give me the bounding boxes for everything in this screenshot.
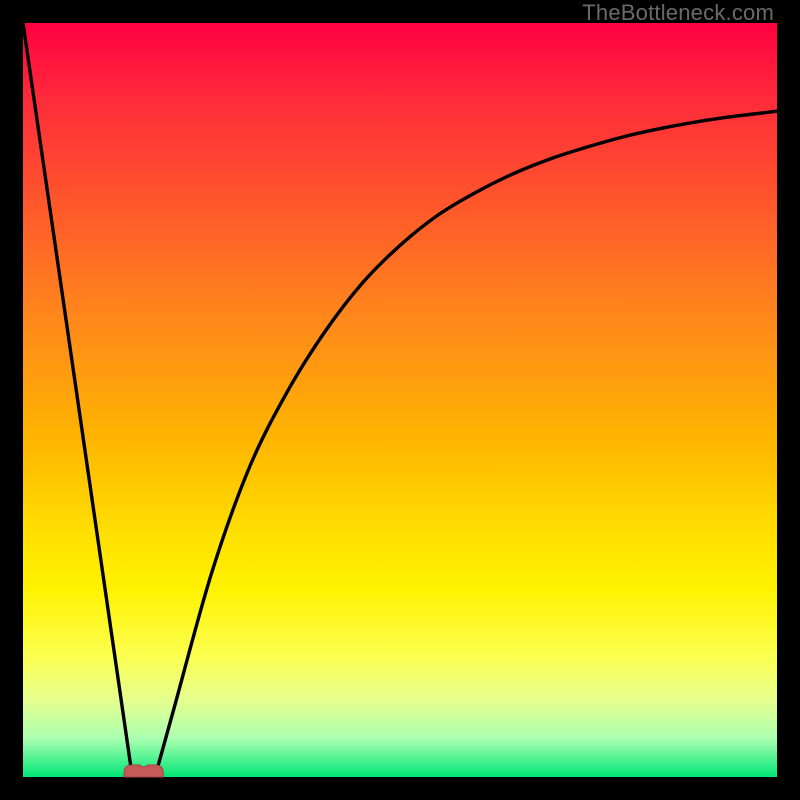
minimum-marker xyxy=(124,765,163,777)
curve-layer xyxy=(23,23,777,777)
chart-frame: TheBottleneck.com xyxy=(0,0,800,800)
left-branch-line xyxy=(23,23,132,777)
right-branch-line xyxy=(155,111,777,777)
watermark-text: TheBottleneck.com xyxy=(582,0,774,26)
